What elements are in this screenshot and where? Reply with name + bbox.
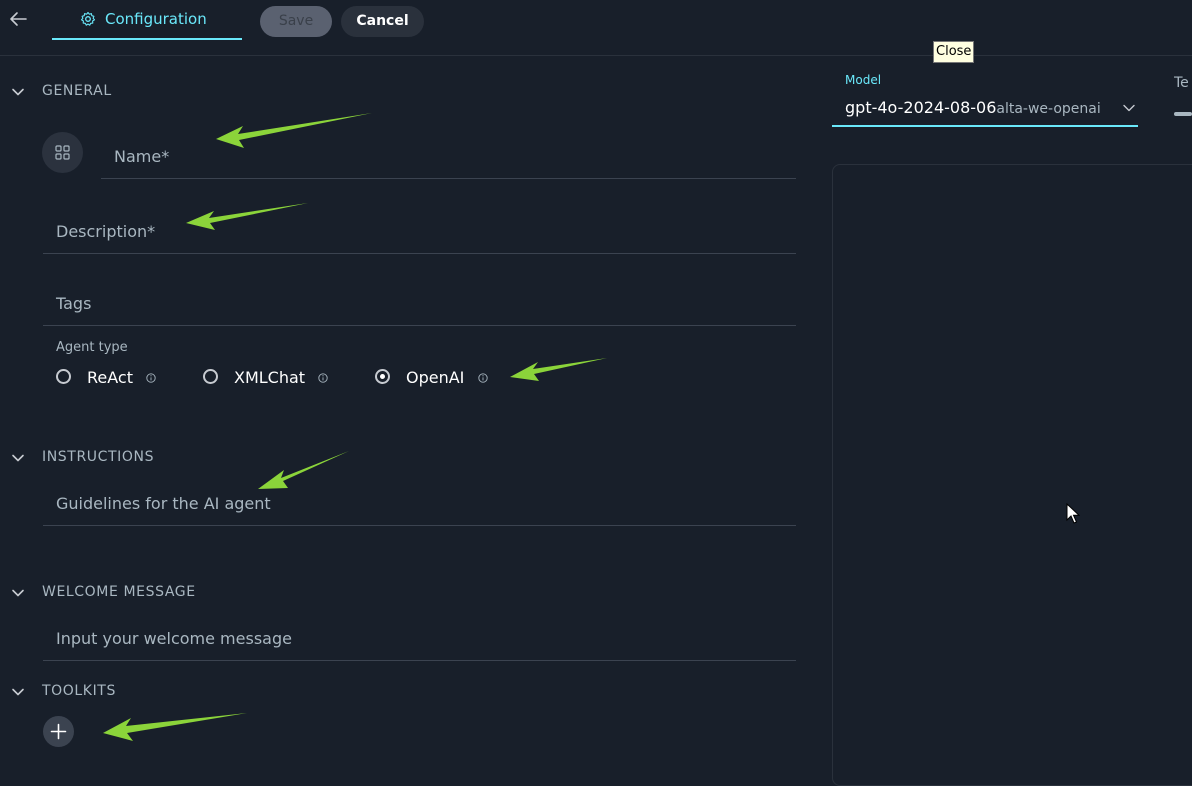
- temperature-label: Te: [1174, 75, 1189, 91]
- radio-circle-selected: [375, 369, 390, 384]
- chat-preview-panel: [832, 164, 1192, 786]
- agent-type-react-label: ReAct: [87, 368, 133, 387]
- name-field[interactable]: Name*: [101, 138, 796, 179]
- radio-circle: [203, 369, 218, 384]
- tags-placeholder: Tags: [56, 294, 92, 313]
- section-welcome-title: WELCOME MESSAGE: [42, 584, 196, 600]
- chevron-down-icon: [12, 688, 24, 696]
- agent-type-openai-radio[interactable]: OpenAI: [375, 366, 495, 390]
- add-toolkit-button[interactable]: [43, 716, 74, 747]
- info-icon[interactable]: [478, 373, 488, 383]
- agent-icon-picker[interactable]: [42, 132, 83, 173]
- radio-circle: [56, 369, 71, 384]
- instructions-field[interactable]: Guidelines for the AI agent: [43, 485, 796, 526]
- annotation-arrow-openai: [510, 358, 607, 381]
- agent-type-xmlchat-label: XMLChat: [234, 368, 306, 387]
- back-arrow-icon[interactable]: [8, 8, 30, 30]
- annotation-arrow-toolkits: [103, 713, 247, 741]
- grid-icon: [55, 145, 70, 160]
- tab-configuration-label: Configuration: [105, 10, 207, 28]
- chevron-down-icon: [12, 454, 24, 462]
- annotation-arrow-instructions: [258, 451, 349, 489]
- gear-icon: [80, 11, 96, 27]
- agent-type-react-radio[interactable]: ReAct: [56, 366, 166, 390]
- temperature-slider[interactable]: [1174, 112, 1192, 116]
- description-field[interactable]: Description*: [43, 213, 796, 254]
- section-instructions-title: INSTRUCTIONS: [42, 449, 155, 465]
- section-toolkits-title: TOOLKITS: [42, 683, 116, 699]
- mouse-cursor-icon: [1066, 503, 1080, 524]
- plus-icon: [50, 723, 67, 740]
- name-placeholder: Name*: [114, 147, 170, 166]
- tags-field[interactable]: Tags: [43, 285, 796, 326]
- info-icon[interactable]: [318, 373, 328, 383]
- welcome-message-placeholder: Input your welcome message: [56, 629, 292, 648]
- section-general-title: GENERAL: [42, 83, 112, 99]
- model-name: gpt-4o-2024-08-06: [845, 98, 997, 117]
- top-bar: Configuration Save Cancel: [0, 0, 1192, 56]
- model-value: gpt-4o-2024-08-06alta-we-openai: [845, 98, 1101, 117]
- model-provider: alta-we-openai: [996, 101, 1101, 117]
- chevron-down-icon: [12, 589, 24, 597]
- agent-type-openai-label: OpenAI: [406, 368, 465, 387]
- chevron-down-icon: [12, 88, 24, 96]
- model-select[interactable]: gpt-4o-2024-08-06alta-we-openai: [832, 92, 1138, 127]
- chevron-down-icon: [1123, 104, 1135, 112]
- instructions-placeholder: Guidelines for the AI agent: [56, 494, 271, 513]
- agent-type-xmlchat-radio[interactable]: XMLChat: [203, 366, 333, 390]
- info-icon[interactable]: [146, 373, 156, 383]
- agent-type-label: Agent type: [56, 340, 128, 355]
- close-tooltip: Close: [933, 41, 975, 63]
- model-label: Model: [845, 73, 882, 87]
- tab-configuration[interactable]: Configuration: [52, 0, 242, 40]
- cancel-button[interactable]: Cancel: [341, 6, 424, 37]
- welcome-message-field[interactable]: Input your welcome message: [43, 620, 796, 661]
- description-placeholder: Description*: [56, 222, 156, 241]
- save-button[interactable]: Save: [260, 6, 332, 37]
